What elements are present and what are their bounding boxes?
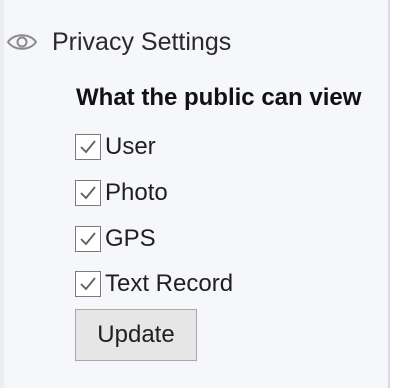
gps-checkbox[interactable]: [75, 226, 101, 252]
panel-left-edge: [0, 0, 4, 388]
option-photo[interactable]: Photo: [75, 176, 168, 210]
adjacent-pane: [390, 0, 411, 388]
photo-checkbox[interactable]: [75, 180, 101, 206]
option-gps[interactable]: GPS: [75, 222, 156, 256]
public-view-group-title: What the public can view: [76, 84, 362, 111]
photo-label: Photo: [105, 179, 168, 206]
text-record-label: Text Record: [105, 270, 234, 297]
privacy-settings-panel: Privacy Settings What the public can vie…: [0, 0, 411, 388]
user-label: User: [105, 133, 156, 160]
option-user[interactable]: User: [75, 130, 156, 164]
update-button[interactable]: Update: [75, 309, 197, 361]
eye-icon: [6, 31, 38, 53]
option-text-record[interactable]: Text Record: [75, 267, 233, 301]
text-record-checkbox[interactable]: [75, 271, 101, 297]
user-checkbox[interactable]: [75, 134, 101, 160]
privacy-settings-title: Privacy Settings: [52, 27, 232, 56]
privacy-settings-header[interactable]: Privacy Settings: [6, 22, 231, 62]
gps-label: GPS: [105, 225, 156, 252]
